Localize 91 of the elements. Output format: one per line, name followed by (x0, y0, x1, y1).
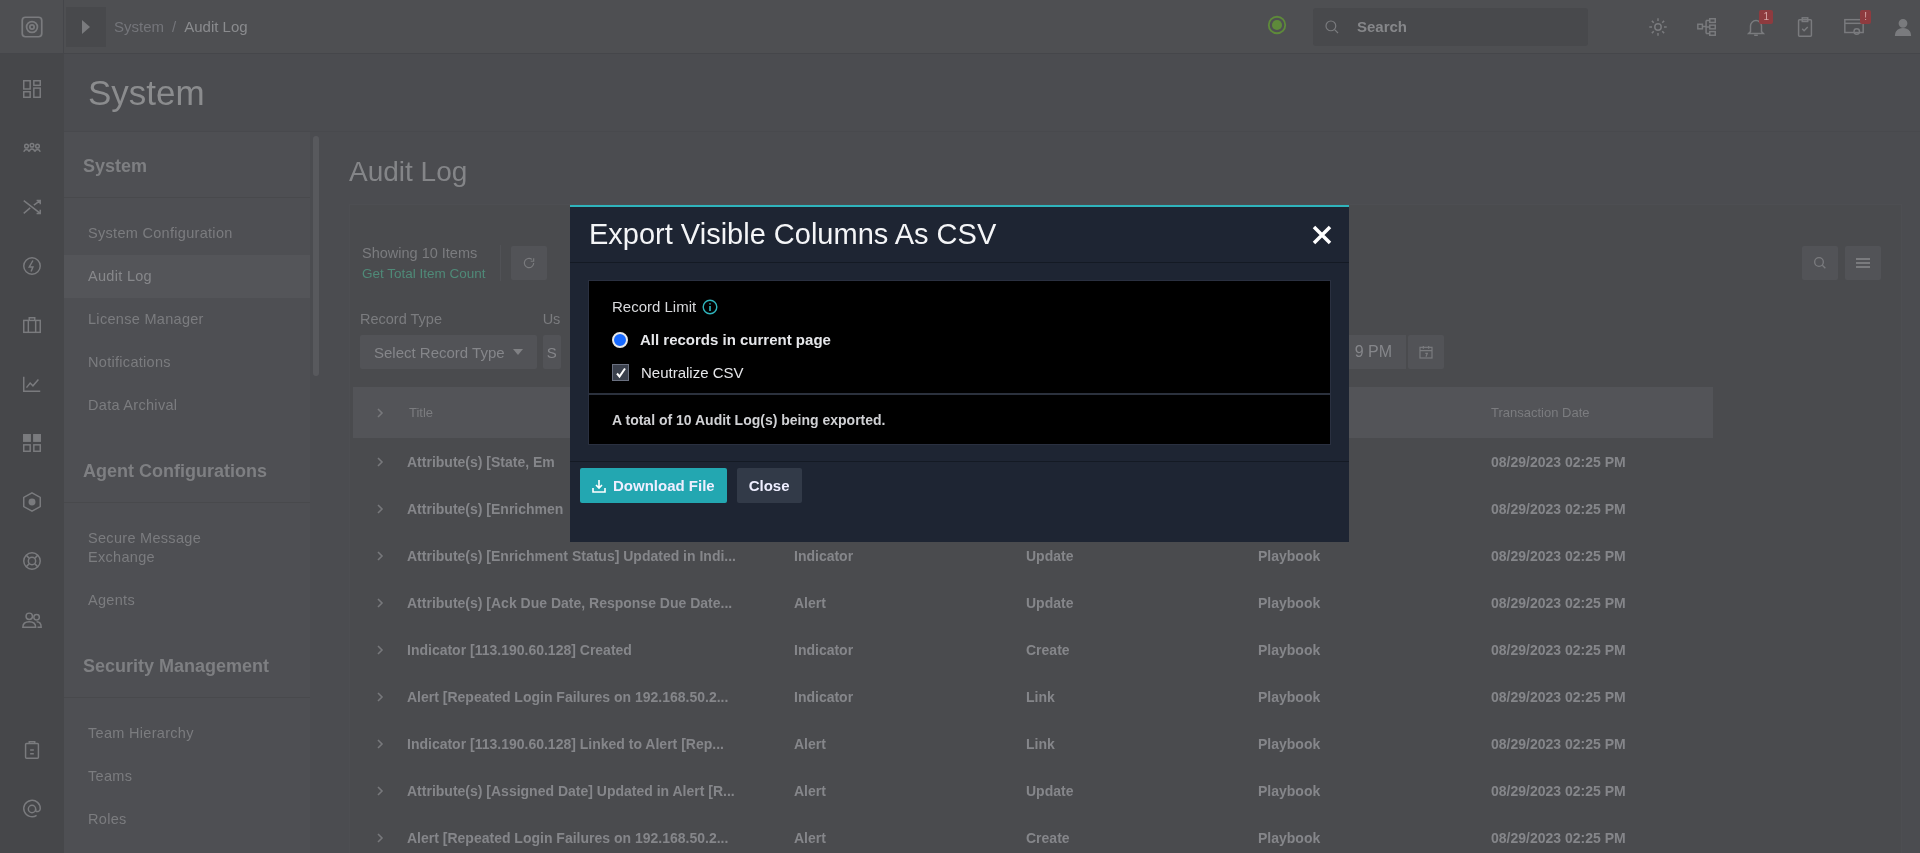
table-cell: Create (1026, 641, 1070, 658)
radio-button[interactable] (612, 331, 628, 348)
close-button[interactable]: Close (736, 468, 802, 503)
table-cell: Attribute(s) [Ack Due Date, Response Due Date... (407, 594, 733, 611)
table-cell: 08/29/2023 02:25 PM (1491, 829, 1626, 846)
table-cell: Indicator [113.190.60.128] Linked to Alert [Rep... (407, 735, 724, 752)
chevron-right-icon[interactable] (376, 832, 384, 843)
count-badge: 1 (1759, 9, 1773, 24)
table-cell: Playbook (1258, 782, 1321, 799)
table-cell: Create (1026, 829, 1070, 846)
table-cell: 08/29/2023 02:25 PM (1491, 688, 1626, 705)
search-button[interactable] (1802, 246, 1838, 280)
users-icon[interactable] (21, 609, 43, 631)
table-cell: Indicator [113.190.60.128] Created (407, 641, 632, 658)
briefcase-icon[interactable] (21, 314, 43, 336)
close-icon[interactable] (1311, 223, 1333, 246)
table-cell: Alert (794, 594, 826, 611)
table-cell: Alert [Repeated Login Failures on 192.168.50.2... (407, 829, 729, 846)
table-cell: 08/29/2023 02:25 PM (1491, 782, 1626, 799)
table-cell: Playbook (1258, 829, 1321, 846)
lifebuoy-icon[interactable] (21, 550, 43, 572)
table-cell: 08/29/2023 02:25 PM (1491, 500, 1626, 517)
count-badge: ! (1860, 9, 1871, 24)
at-sign-icon[interactable] (21, 798, 43, 820)
table-cell: Playbook (1258, 547, 1321, 564)
refresh-icon (521, 256, 536, 270)
export-summary: A total of 10 Audit Log(s) being exported. (611, 411, 887, 430)
search-field[interactable]: Search (1313, 7, 1588, 46)
status-icon[interactable] (1266, 13, 1288, 36)
table-cell: 08/29/2023 02:25 PM (1491, 641, 1626, 658)
table-cell: Indicator (794, 641, 854, 658)
chevron-right-icon[interactable] (376, 407, 384, 418)
table-cell: Indicator (794, 688, 854, 705)
play-icon (81, 19, 91, 34)
download-icon (592, 478, 606, 493)
chevron-right-icon[interactable] (376, 738, 384, 749)
table-cell: Playbook (1258, 735, 1321, 752)
table-cell: Update (1026, 782, 1074, 799)
table-cell: 08/29/2023 02:25 PM (1491, 453, 1626, 470)
hierarchy-icon[interactable] (1696, 15, 1718, 38)
table-cell: 08/29/2023 02:25 PM (1491, 547, 1626, 564)
menu-button[interactable] (1845, 246, 1881, 280)
total-count-link[interactable]: Get Total Item Count (362, 266, 486, 281)
calendar-icon (1418, 344, 1434, 360)
table-cell: Link (1026, 735, 1055, 752)
table-cell: Attribute(s) [Enrichment Status] Updated in Indi... (407, 547, 736, 564)
chevron-right-icon[interactable] (376, 456, 384, 467)
checkbox-option[interactable]: Neutralize CSV (612, 364, 744, 381)
chevron-right-icon[interactable] (376, 503, 384, 514)
radio-option[interactable]: All records in current page (612, 331, 831, 348)
table-cell: Alert (794, 829, 826, 846)
sidebar-toggle-button[interactable] (66, 6, 106, 47)
chevron-right-icon[interactable] (376, 644, 384, 655)
table-cell: Indicator (794, 547, 854, 564)
breadcrumb-item: Audit Log (184, 18, 248, 35)
table-cell: Attribute(s) [Enrichmen (407, 500, 564, 517)
menu-icon (1856, 257, 1870, 269)
dashboard-icon[interactable] (21, 78, 43, 100)
table-cell: Playbook (1258, 594, 1321, 611)
hexagon-icon[interactable] (21, 491, 43, 513)
chevron-right-icon[interactable] (376, 597, 384, 608)
calendar-button[interactable] (1408, 335, 1444, 369)
checkbox[interactable] (612, 364, 629, 381)
chevron-right-icon[interactable] (376, 550, 384, 561)
dialog-title: Export Visible Columns As CSV (589, 218, 998, 251)
search-icon (1323, 17, 1341, 36)
table-cell: Alert (794, 735, 826, 752)
search-icon (1812, 255, 1828, 271)
caret-icon (512, 349, 523, 355)
apps-icon[interactable] (21, 432, 43, 454)
logo-icon[interactable] (18, 13, 45, 40)
table-cell: Attribute(s) [State, Em (407, 453, 555, 470)
table-cell: Attribute(s) [Assigned Date] Updated in Alert [R... (407, 782, 735, 799)
chevron-right-icon[interactable] (376, 785, 384, 796)
table-cell: Alert (794, 782, 826, 799)
info-icon[interactable] (702, 298, 719, 315)
table-cell: 08/29/2023 02:25 PM (1491, 594, 1626, 611)
download-button[interactable]: Download File (580, 468, 727, 503)
table-cell: Update (1026, 547, 1074, 564)
table-cell: 08/29/2023 02:25 PM (1491, 735, 1626, 752)
table-cell: Alert [Repeated Login Failures on 192.168.50.2... (407, 688, 729, 705)
chevron-right-icon[interactable] (376, 691, 384, 702)
table-cell: Link (1026, 688, 1055, 705)
section-title: Audit Log (349, 155, 469, 189)
breadcrumb-separator: / (172, 18, 177, 35)
refresh-button[interactable] (510, 246, 547, 280)
field-label: Record Limit (612, 298, 697, 315)
table-cell: Update (1026, 594, 1074, 611)
table-cell: Playbook (1258, 641, 1321, 658)
bolt-icon[interactable] (21, 255, 43, 277)
table-cell: Playbook (1258, 688, 1321, 705)
